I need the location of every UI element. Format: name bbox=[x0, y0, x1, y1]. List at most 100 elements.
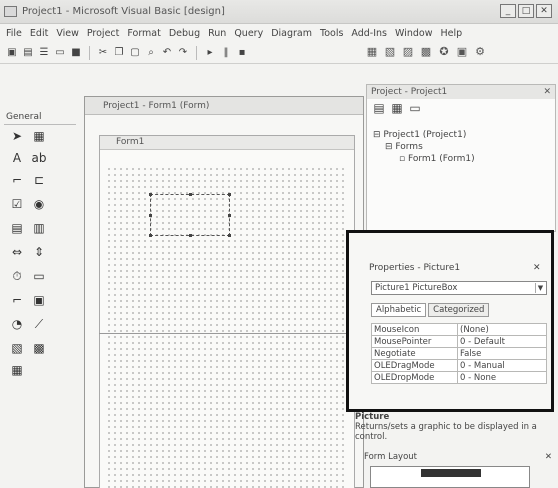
resize-handle[interactable] bbox=[149, 193, 152, 196]
properties-panel: Properties - Picture1 ✕ Picture1 Picture… bbox=[346, 230, 554, 412]
add-form-icon[interactable]: ▤ bbox=[22, 47, 34, 59]
property-row[interactable]: MouseIcon (None) bbox=[371, 323, 547, 336]
properties-grid: MouseIcon (None) MousePointer 0 - Defaul… bbox=[371, 323, 547, 384]
data-icon[interactable]: ▩ bbox=[30, 340, 48, 356]
property-row[interactable]: MousePointer 0 - Default bbox=[371, 335, 547, 348]
vscrollbar-icon[interactable]: ⇕ bbox=[30, 244, 48, 260]
menu-editor-icon[interactable]: ☰ bbox=[38, 47, 50, 59]
ole-icon[interactable]: ▦ bbox=[8, 362, 26, 378]
property-value[interactable]: False bbox=[457, 347, 547, 360]
combobox-icon[interactable]: ▤ bbox=[8, 220, 26, 236]
commandbutton-icon[interactable]: ⊏ bbox=[30, 172, 48, 188]
textbox-icon[interactable]: ab bbox=[30, 150, 48, 166]
timer-icon[interactable]: ⏱ bbox=[8, 268, 26, 284]
redo-icon[interactable]: ↷ bbox=[177, 47, 189, 59]
hscrollbar-icon[interactable]: ⇔ bbox=[8, 244, 26, 260]
component-manager-icon[interactable]: ⚙ bbox=[474, 46, 486, 58]
start-icon[interactable]: ▸ bbox=[204, 47, 216, 59]
resize-handle[interactable] bbox=[228, 234, 231, 237]
listbox-icon[interactable]: ▥ bbox=[30, 220, 48, 236]
property-value[interactable]: 0 - Manual bbox=[457, 359, 547, 372]
resize-handle[interactable] bbox=[149, 214, 152, 217]
form-layout-preview[interactable] bbox=[370, 466, 530, 488]
properties-window-icon[interactable]: ▧ bbox=[384, 46, 396, 58]
description-title: Picture bbox=[355, 412, 390, 422]
cut-icon[interactable]: ✂ bbox=[97, 47, 109, 59]
menu-tools[interactable]: Tools bbox=[320, 28, 343, 39]
close-icon[interactable]: ✕ bbox=[543, 85, 551, 99]
form1-design-surface[interactable]: Form1 bbox=[99, 135, 355, 488]
resize-handle[interactable] bbox=[228, 214, 231, 217]
label-icon[interactable]: A bbox=[8, 150, 26, 166]
close-button[interactable]: ✕ bbox=[536, 4, 552, 18]
view-object-icon[interactable]: ▦ bbox=[391, 102, 403, 114]
find-icon[interactable]: ⌕ bbox=[145, 47, 157, 59]
property-value[interactable]: (None) bbox=[457, 323, 547, 336]
picture1-selection[interactable] bbox=[149, 193, 231, 237]
menu-project[interactable]: Project bbox=[87, 28, 120, 39]
view-code-icon[interactable]: ▤ bbox=[373, 102, 385, 114]
line-icon[interactable]: ⟋ bbox=[30, 316, 48, 332]
resize-handle[interactable] bbox=[228, 193, 231, 196]
menu-add-ins[interactable]: Add-Ins bbox=[351, 28, 387, 39]
picturebox-icon[interactable]: ▦ bbox=[30, 128, 48, 144]
menu-file[interactable]: File bbox=[6, 28, 22, 39]
property-name: MouseIcon bbox=[371, 323, 458, 336]
paste-icon[interactable]: ▢ bbox=[129, 47, 141, 59]
resize-handle[interactable] bbox=[189, 234, 192, 237]
menu-debug[interactable]: Debug bbox=[169, 28, 200, 39]
copy-icon[interactable]: ❐ bbox=[113, 47, 125, 59]
window-title: Project1 - Microsoft Visual Basic [desig… bbox=[22, 6, 225, 17]
end-icon[interactable]: ▪ bbox=[236, 47, 248, 59]
menu-diagram[interactable]: Diagram bbox=[271, 28, 312, 39]
pointer-icon[interactable]: ➤ bbox=[8, 128, 26, 144]
data-view-icon[interactable]: ▣ bbox=[456, 46, 468, 58]
resize-handle[interactable] bbox=[189, 193, 192, 196]
chevron-down-icon[interactable]: ▼ bbox=[535, 283, 545, 293]
toggle-folders-icon[interactable]: ▭ bbox=[409, 102, 421, 114]
object-browser-icon[interactable]: ▩ bbox=[420, 46, 432, 58]
frame-icon[interactable]: ⌐ bbox=[8, 172, 26, 188]
project-explorer-icon[interactable]: ▦ bbox=[366, 46, 378, 58]
property-row[interactable]: OLEDropMode 0 - None bbox=[371, 371, 547, 384]
break-icon[interactable]: ‖ bbox=[220, 47, 232, 59]
tab-alphabetic[interactable]: Alphabetic bbox=[371, 303, 427, 317]
form-layout-icon[interactable]: ▨ bbox=[402, 46, 414, 58]
menu-view[interactable]: View bbox=[56, 28, 79, 39]
menu-help[interactable]: Help bbox=[440, 28, 462, 39]
open-project-icon[interactable]: ▭ bbox=[54, 47, 66, 59]
standard-toolbar: ▣ ▤ ☰ ▭ ■ ✂ ❐ ▢ ⌕ ↶ ↷ ▸ ‖ ▪ ▦ ▧ ▨ ▩ ✪ ▣ … bbox=[0, 42, 558, 64]
menu-query[interactable]: Query bbox=[234, 28, 263, 39]
filelistbox-icon[interactable]: ▣ bbox=[30, 292, 48, 308]
object-selector-combo[interactable]: Picture1 PictureBox ▼ bbox=[371, 281, 547, 295]
shape-icon[interactable]: ◔ bbox=[8, 316, 26, 332]
optionbutton-icon[interactable]: ◉ bbox=[30, 196, 48, 212]
property-row[interactable]: OLEDragMode 0 - Manual bbox=[371, 359, 547, 372]
close-icon[interactable]: ✕ bbox=[533, 263, 541, 273]
menu-format[interactable]: Format bbox=[127, 28, 160, 39]
maximize-button[interactable]: □ bbox=[518, 4, 534, 18]
tree-item-form1[interactable]: ▫ Form1 (Form1) bbox=[373, 153, 475, 165]
property-value[interactable]: 0 - Default bbox=[457, 335, 547, 348]
menu-window[interactable]: Window bbox=[395, 28, 432, 39]
project-explorer-title: Project - Project1 bbox=[371, 87, 448, 97]
tab-categorized[interactable]: Categorized bbox=[428, 303, 490, 317]
close-icon[interactable]: ✕ bbox=[545, 452, 552, 462]
property-row[interactable]: Negotiate False bbox=[371, 347, 547, 360]
property-value[interactable]: 0 - None bbox=[457, 371, 547, 384]
tree-item-project[interactable]: ⊟ Project1 (Project1) bbox=[373, 129, 475, 141]
save-icon[interactable]: ■ bbox=[70, 47, 82, 59]
minimize-button[interactable]: _ bbox=[500, 4, 516, 18]
tree-item-forms[interactable]: ⊟ Forms bbox=[373, 141, 475, 153]
menu-run[interactable]: Run bbox=[208, 28, 226, 39]
drivelistbox-icon[interactable]: ▭ bbox=[30, 268, 48, 284]
toolbox-icon[interactable]: ✪ bbox=[438, 46, 450, 58]
menu-edit[interactable]: Edit bbox=[30, 28, 48, 39]
image-icon[interactable]: ▧ bbox=[8, 340, 26, 356]
checkbox-icon[interactable]: ☑ bbox=[8, 196, 26, 212]
dirlistbox-icon[interactable]: ⌐ bbox=[8, 292, 26, 308]
add-project-icon[interactable]: ▣ bbox=[6, 47, 18, 59]
form-position-preview[interactable] bbox=[421, 469, 481, 477]
resize-handle[interactable] bbox=[149, 234, 152, 237]
undo-icon[interactable]: ↶ bbox=[161, 47, 173, 59]
